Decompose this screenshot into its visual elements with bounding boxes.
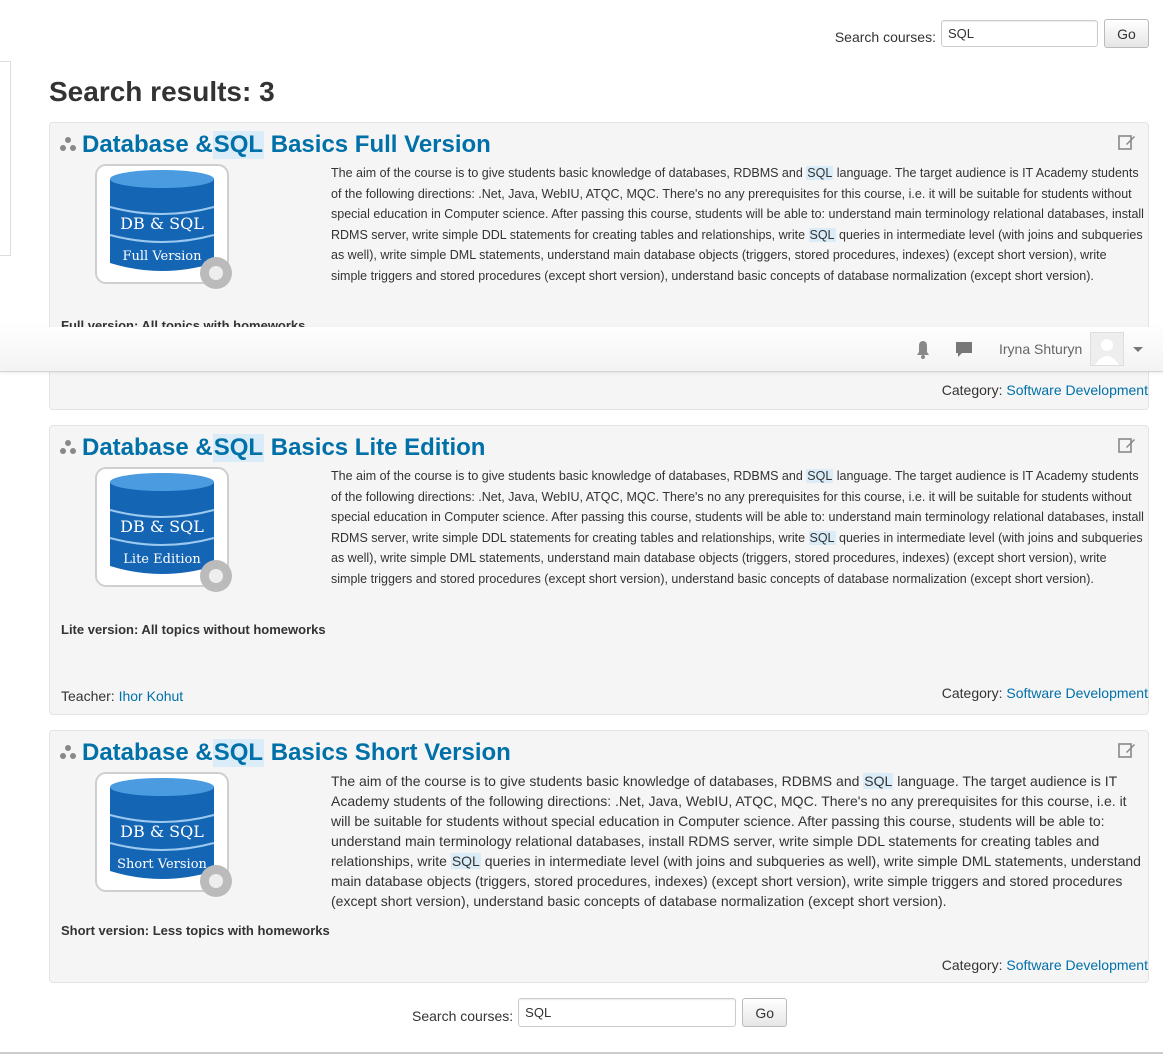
notification-bell-icon[interactable] [914, 327, 932, 371]
image-text-line1: DB & SQL [120, 822, 204, 841]
course-subtitle: Short version: Less topics with homework… [61, 923, 330, 938]
course-category: Category: Software Development [941, 685, 1148, 701]
user-menu-caret-icon[interactable] [1133, 327, 1143, 371]
course-summary: The aim of the course is to give student… [331, 166, 1144, 283]
image-text-line1: DB & SQL [120, 517, 204, 536]
course-bullet-icon [60, 137, 76, 153]
left-sidebar-edge [0, 61, 11, 256]
course-box-lite: Database & SQL Basics Lite Edition DB & … [49, 425, 1149, 715]
image-text-line1: DB & SQL [120, 214, 204, 233]
course-subtitle: Lite version: All topics without homewor… [61, 622, 326, 637]
search-form-bottom: Search courses: Go [412, 998, 788, 1027]
self-enrol-icon[interactable] [1118, 741, 1136, 759]
title-post: Basics Lite Edition [264, 434, 486, 461]
course-image: DB & SQL Full Version [94, 163, 242, 295]
title-highlight: SQL [212, 434, 265, 462]
image-text-line2: Full Version [123, 249, 203, 264]
course-title[interactable]: Database & SQL Basics Lite Edition [60, 434, 485, 462]
course-box-short: Database & SQL Basics Short Version DB &… [49, 730, 1149, 983]
course-image: DB & SQL Lite Edition [94, 466, 242, 598]
category-link[interactable]: Software Development [1006, 957, 1148, 973]
title-post: Basics Short Version [264, 739, 511, 766]
search-input[interactable] [941, 20, 1098, 47]
teacher-link[interactable]: Ihor Kohut [119, 688, 184, 704]
course-category: Category: Software Development [941, 957, 1148, 973]
gear-icon [200, 865, 232, 897]
course-summary: The aim of the course is to give student… [331, 469, 1144, 586]
course-category: Category: Software Development [941, 382, 1148, 398]
course-title[interactable]: Database & SQL Basics Full Version [60, 131, 491, 159]
course-title[interactable]: Database & SQL Basics Short Version [60, 739, 511, 767]
image-text-line2: Short Version [117, 857, 207, 872]
user-name[interactable]: Iryna Shturyn [999, 327, 1082, 371]
gear-icon [200, 560, 232, 592]
course-bullet-icon [60, 440, 76, 456]
course-summary: The aim of the course is to give student… [331, 773, 1141, 909]
go-button[interactable]: Go [742, 998, 788, 1027]
search-results-heading: Search results: 3 [49, 76, 275, 107]
gear-icon [200, 257, 232, 289]
search-input[interactable] [518, 998, 737, 1027]
avatar[interactable] [1090, 332, 1124, 366]
title-pre: Database & [82, 131, 213, 158]
title-post: Basics Full Version [264, 131, 491, 158]
title-highlight: SQL [212, 131, 265, 159]
user-avatar-wrap[interactable] [1090, 327, 1124, 371]
search-label: Search courses: [412, 1007, 514, 1024]
title-pre: Database & [82, 739, 213, 766]
search-label: Search courses: [834, 28, 936, 45]
self-enrol-icon[interactable] [1118, 436, 1136, 454]
title-pre: Database & [82, 434, 213, 461]
course-image: DB & SQL Short Version [94, 771, 242, 903]
course-teacher: Teacher: Ihor Kohut [61, 688, 184, 704]
title-highlight: SQL [212, 739, 265, 767]
go-button[interactable]: Go [1104, 19, 1149, 48]
category-link[interactable]: Software Development [1006, 685, 1148, 701]
navbar: Iryna Shturyn [0, 327, 1163, 372]
search-form-top: Search courses: Go [835, 19, 1149, 48]
self-enrol-icon[interactable] [1118, 133, 1136, 151]
message-icon[interactable] [955, 327, 973, 371]
category-link[interactable]: Software Development [1006, 382, 1148, 398]
footer-divider [0, 1052, 1163, 1054]
image-text-line2: Lite Edition [123, 552, 201, 567]
course-bullet-icon [60, 745, 76, 761]
